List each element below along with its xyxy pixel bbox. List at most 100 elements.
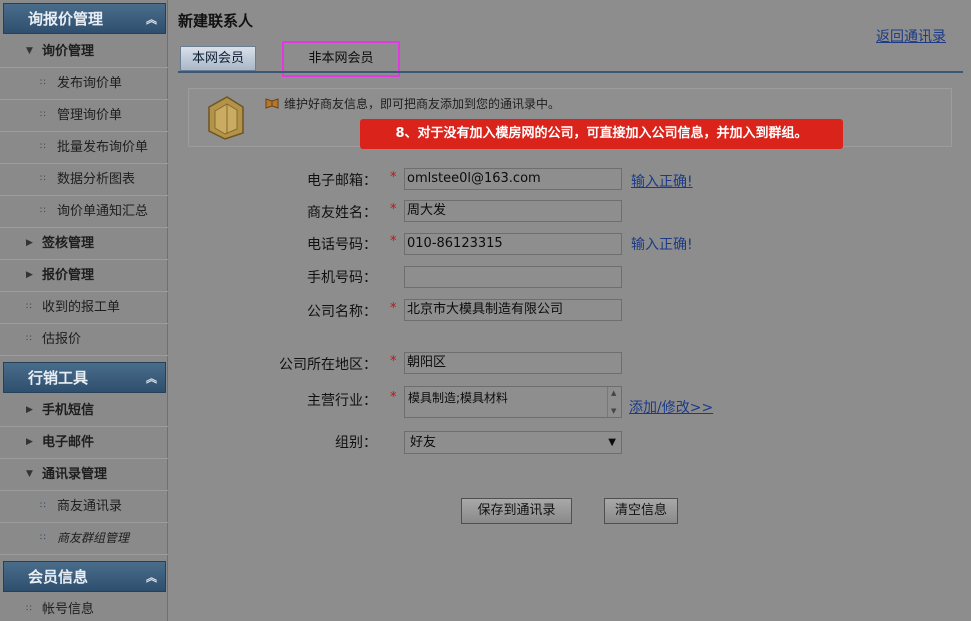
section-header-marketing[interactable]: 行销工具 ︽: [3, 362, 166, 393]
sidebar-item-notice-summary[interactable]: ∷ 询价单通知汇总: [0, 196, 168, 228]
region-label: 公司所在地区：: [279, 357, 377, 373]
sidebar-item-manage-inquiry[interactable]: ∷ 管理询价单: [0, 100, 168, 132]
sidebar-item-publish-inquiry[interactable]: ∷ 发布询价单: [0, 68, 168, 100]
sidebar-item-label: 批量发布询价单: [57, 140, 149, 155]
sidebar-item-quote-management[interactable]: ▶ 报价管理: [0, 260, 168, 292]
clear-info-button[interactable]: 清空信息: [604, 498, 678, 524]
mobile-label: 手机号码：: [307, 270, 377, 286]
open-book-icon: [265, 98, 279, 109]
tab-divider: [178, 71, 963, 73]
expanded-triangle-icon: ▼: [26, 469, 33, 479]
sidebar-item-estimate[interactable]: ∷ 估报价: [0, 324, 168, 356]
industry-value: 模具制造;模具材料: [408, 391, 509, 405]
sidebar-item-label: 商友通讯录: [57, 499, 123, 514]
sidebar-item-group-management[interactable]: ∷ 商友群组管理: [0, 523, 168, 555]
sidebar-item-contacts-management[interactable]: ▼ 通讯录管理: [0, 459, 168, 491]
sidebar-item-label: 报价管理: [42, 268, 95, 283]
tab-site-member[interactable]: 本网会员: [180, 46, 256, 71]
sidebar-item-label: 收到的报工单: [42, 300, 121, 315]
main-content: 新建联系人 返回通讯录 本网会员 非本网会员 维护好商友信息，即可把商友添加到您…: [169, 0, 971, 621]
expanded-triangle-icon: ▼: [26, 46, 33, 56]
sidebar-item-label: 签核管理: [42, 236, 95, 251]
section-title: 会员信息: [28, 568, 89, 586]
sidebar-item-label: 手机短信: [42, 403, 95, 418]
bullet-icon: ∷: [40, 174, 46, 184]
region-field[interactable]: 朝阳区: [404, 352, 622, 374]
collapsed-triangle-icon: ▶: [26, 238, 33, 248]
sidebar-item-label: 通讯录管理: [42, 467, 108, 482]
group-selected-value: 好友: [410, 435, 437, 450]
email-field[interactable]: omlstee0l@163.com: [404, 168, 622, 190]
sidebar-item-label: 询价单通知汇总: [57, 204, 149, 219]
textarea-scrollbar[interactable]: ▲ ▼: [607, 387, 621, 417]
industry-textarea[interactable]: 模具制造;模具材料 ▲ ▼: [404, 386, 622, 418]
bullet-icon: ∷: [26, 302, 32, 312]
bullet-icon: ∷: [40, 110, 46, 120]
email-valid-hint: 输入正确!: [631, 174, 693, 190]
dropdown-arrow-icon[interactable]: ▼: [608, 432, 616, 453]
sidebar-item-label: 发布询价单: [57, 76, 123, 91]
name-field[interactable]: 周大发: [404, 200, 622, 222]
info-text: 维护好商友信息，即可把商友添加到您的通讯录中。: [284, 97, 561, 111]
industry-label: 主营行业：: [307, 393, 377, 409]
required-mark: *: [390, 170, 397, 185]
book-icon: [208, 96, 244, 140]
scroll-up-icon[interactable]: ▲: [611, 389, 616, 397]
sidebar-item-label: 电子邮件: [42, 435, 95, 450]
bullet-icon: ∷: [26, 334, 32, 344]
page-title: 新建联系人: [178, 12, 254, 30]
collapse-icon[interactable]: ︽: [146, 363, 157, 394]
phone-field[interactable]: 010-86123315: [404, 233, 622, 255]
section-title: 询报价管理: [28, 10, 104, 28]
sidebar-item-label: 询价管理: [42, 44, 95, 59]
required-mark: *: [390, 390, 397, 405]
bullet-icon: ∷: [40, 501, 46, 511]
sidebar: 询报价管理 ︽ ▼ 询价管理 ∷ 发布询价单 ∷ 管理询价单 ∷ 批量发布询价单…: [0, 0, 168, 621]
sidebar-item-sms[interactable]: ▶ 手机短信: [0, 395, 168, 427]
sidebar-item-label: 帐号信息: [42, 602, 95, 617]
group-label: 组别：: [335, 435, 377, 451]
back-to-contacts-link[interactable]: 返回通讯录: [876, 26, 946, 46]
bullet-icon: ∷: [26, 604, 32, 614]
info-panel: 维护好商友信息，即可把商友添加到您的通讯录中。 8、对于没有加入模房网的公司，可…: [188, 88, 952, 149]
save-to-contacts-button[interactable]: 保存到通讯录: [461, 498, 572, 524]
bullet-icon: ∷: [40, 206, 46, 216]
collapse-icon[interactable]: ︽: [146, 562, 157, 593]
section-header-inquiry[interactable]: 询报价管理 ︽: [3, 3, 166, 34]
add-modify-industry-link[interactable]: 添加/修改>>: [629, 397, 713, 417]
sidebar-item-email[interactable]: ▶ 电子邮件: [0, 427, 168, 459]
sidebar-item-account-info[interactable]: ∷ 帐号信息: [0, 594, 168, 621]
required-mark: *: [390, 202, 397, 217]
email-label: 电子邮箱：: [307, 173, 377, 189]
required-mark: *: [390, 234, 397, 249]
sidebar-item-data-analysis[interactable]: ∷ 数据分析图表: [0, 164, 168, 196]
sidebar-item-batch-publish[interactable]: ∷ 批量发布询价单: [0, 132, 168, 164]
company-label: 公司名称：: [307, 304, 377, 320]
tutorial-callout: 8、对于没有加入模房网的公司，可直接加入公司信息，并加入到群组。: [360, 119, 843, 149]
collapsed-triangle-icon: ▶: [26, 405, 33, 415]
company-field[interactable]: 北京市大模具制造有限公司: [404, 299, 622, 321]
scroll-down-icon[interactable]: ▼: [611, 407, 616, 415]
sidebar-item-label: 商友群组管理: [57, 531, 130, 545]
sidebar-item-label: 数据分析图表: [57, 172, 136, 187]
bullet-icon: ∷: [40, 78, 46, 88]
group-select[interactable]: 好友 ▼: [404, 431, 622, 454]
phone-label: 电话号码：: [307, 237, 377, 253]
bullet-icon: ∷: [40, 533, 46, 543]
sidebar-item-received-reports[interactable]: ∷ 收到的报工单: [0, 292, 168, 324]
required-mark: *: [390, 301, 397, 316]
section-header-member-info[interactable]: 会员信息 ︽: [3, 561, 166, 592]
sidebar-item-contacts[interactable]: ∷ 商友通讯录: [0, 491, 168, 523]
sidebar-item-approval[interactable]: ▶ 签核管理: [0, 228, 168, 260]
mobile-field[interactable]: [404, 266, 622, 288]
sidebar-item-label: 估报价: [42, 332, 82, 347]
section-title: 行销工具: [28, 369, 89, 387]
name-label: 商友姓名：: [307, 205, 377, 221]
collapse-icon[interactable]: ︽: [146, 4, 157, 35]
collapsed-triangle-icon: ▶: [26, 270, 33, 280]
bullet-icon: ∷: [40, 142, 46, 152]
sidebar-item-inquiry-management[interactable]: ▼ 询价管理: [0, 36, 168, 68]
phone-valid-hint: 输入正确!: [631, 237, 693, 253]
required-mark: *: [390, 354, 397, 369]
sidebar-item-label: 管理询价单: [57, 108, 123, 123]
